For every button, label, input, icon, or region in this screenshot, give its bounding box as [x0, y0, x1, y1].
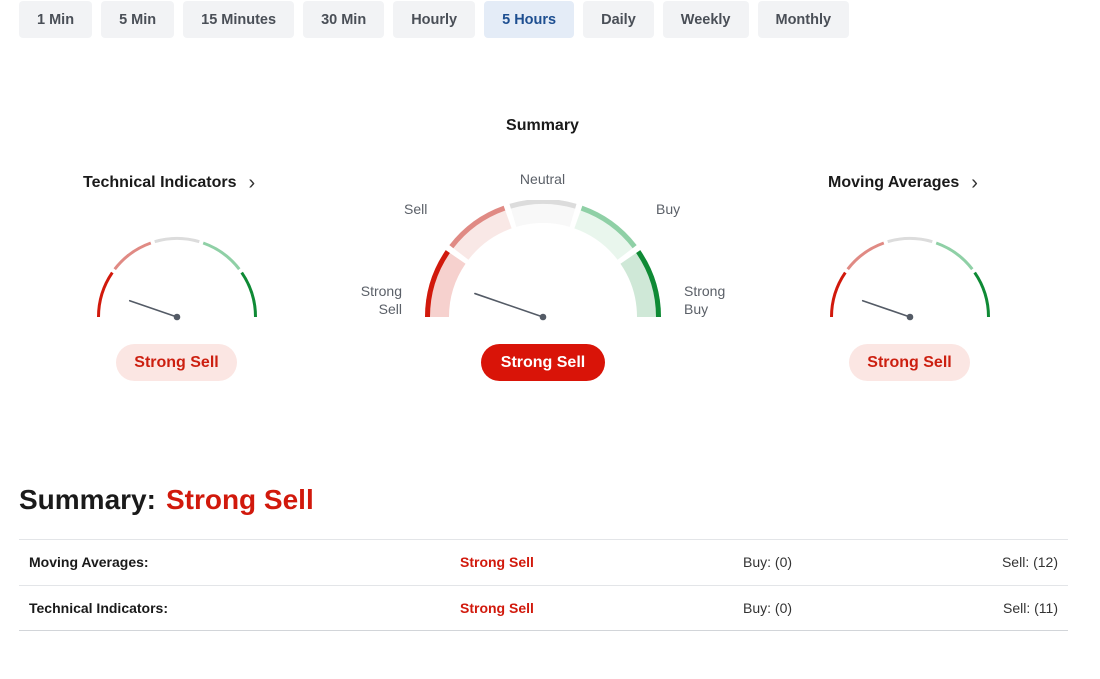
gauge-needle	[861, 299, 911, 318]
timeframe-1-min[interactable]: 1 Min	[19, 1, 93, 38]
gauge-needle	[474, 292, 544, 318]
moving-averages-title: Moving Averages	[828, 174, 960, 191]
row-buy-count: Buy: (0)	[743, 554, 793, 570]
summary-table: Moving Averages: Strong Sell Buy: (0) Se…	[19, 539, 1068, 631]
gauge-segment-neutral	[887, 237, 933, 244]
table-row: Moving Averages: Strong Sell Buy: (0) Se…	[19, 540, 1068, 585]
moving-averages-verdict-badge: Strong Sell	[849, 344, 970, 381]
gauge-segment-strong-sell	[97, 271, 114, 318]
gauge-segment-strong-buy	[973, 271, 990, 318]
gauge-segment-buy	[935, 241, 974, 271]
row-name: Technical Indicators:	[29, 600, 168, 616]
timeframe-15-minutes[interactable]: 15 Minutes	[183, 1, 295, 38]
gauge-segment-strong-sell	[830, 271, 847, 318]
gauge-band-sell	[449, 205, 512, 260]
gauge-needle-pivot	[173, 313, 181, 321]
timeframe-selector: 1 Min 5 Min 15 Minutes 30 Min Hourly 5 H…	[19, 1, 850, 38]
gauge-needle-pivot	[906, 313, 914, 321]
summary-gauge	[425, 200, 661, 321]
technical-indicators-verdict-badge: Strong Sell	[116, 344, 237, 381]
gauge-needle	[128, 299, 178, 318]
row-verdict: Strong Sell	[460, 554, 534, 570]
moving-averages-link[interactable]: Moving Averages ›	[828, 173, 978, 193]
row-sell-count: Sell: (11)	[1003, 600, 1058, 616]
timeframe-hourly[interactable]: Hourly	[393, 1, 476, 38]
gauge-segment-sell	[113, 241, 152, 271]
gauge-segment-sell	[846, 241, 885, 271]
row-name: Moving Averages:	[29, 554, 149, 570]
gauge-label-strong-buy: Strong Buy	[684, 283, 726, 317]
timeframe-monthly[interactable]: Monthly	[757, 1, 850, 38]
gauge-needle-pivot	[539, 313, 547, 321]
timeframe-weekly[interactable]: Weekly	[662, 1, 749, 38]
summary-heading: Summary: Strong Sell	[19, 484, 314, 516]
timeframe-5-min[interactable]: 5 Min	[101, 1, 175, 38]
row-verdict: Strong Sell	[460, 600, 534, 616]
timeframe-5-hours[interactable]: 5 Hours	[484, 1, 575, 38]
timeframe-daily[interactable]: Daily	[583, 1, 654, 38]
technical-indicators-gauge	[97, 237, 257, 321]
summary-heading-verdict: Strong Sell	[165, 484, 314, 515]
gauge-segment-buy	[202, 241, 241, 271]
chevron-right-icon: ›	[971, 172, 978, 194]
moving-averages-gauge	[830, 237, 990, 321]
timeframe-30-min[interactable]: 30 Min	[303, 1, 385, 38]
gauge-segment-strong-buy	[240, 271, 257, 318]
row-sell-count: Sell: (12)	[1001, 554, 1058, 570]
gauge-band-buy	[574, 205, 637, 260]
summary-heading-label: Summary:	[19, 484, 156, 515]
gauge-label-strong-sell: Strong Sell	[360, 283, 402, 317]
gauge-segment-neutral	[154, 237, 200, 244]
summary-gauge-title: Summary	[506, 117, 579, 134]
summary-verdict-badge: Strong Sell	[481, 344, 605, 381]
row-buy-count: Buy: (0)	[743, 600, 793, 616]
table-row: Technical Indicators: Strong Sell Buy: (…	[19, 585, 1068, 630]
